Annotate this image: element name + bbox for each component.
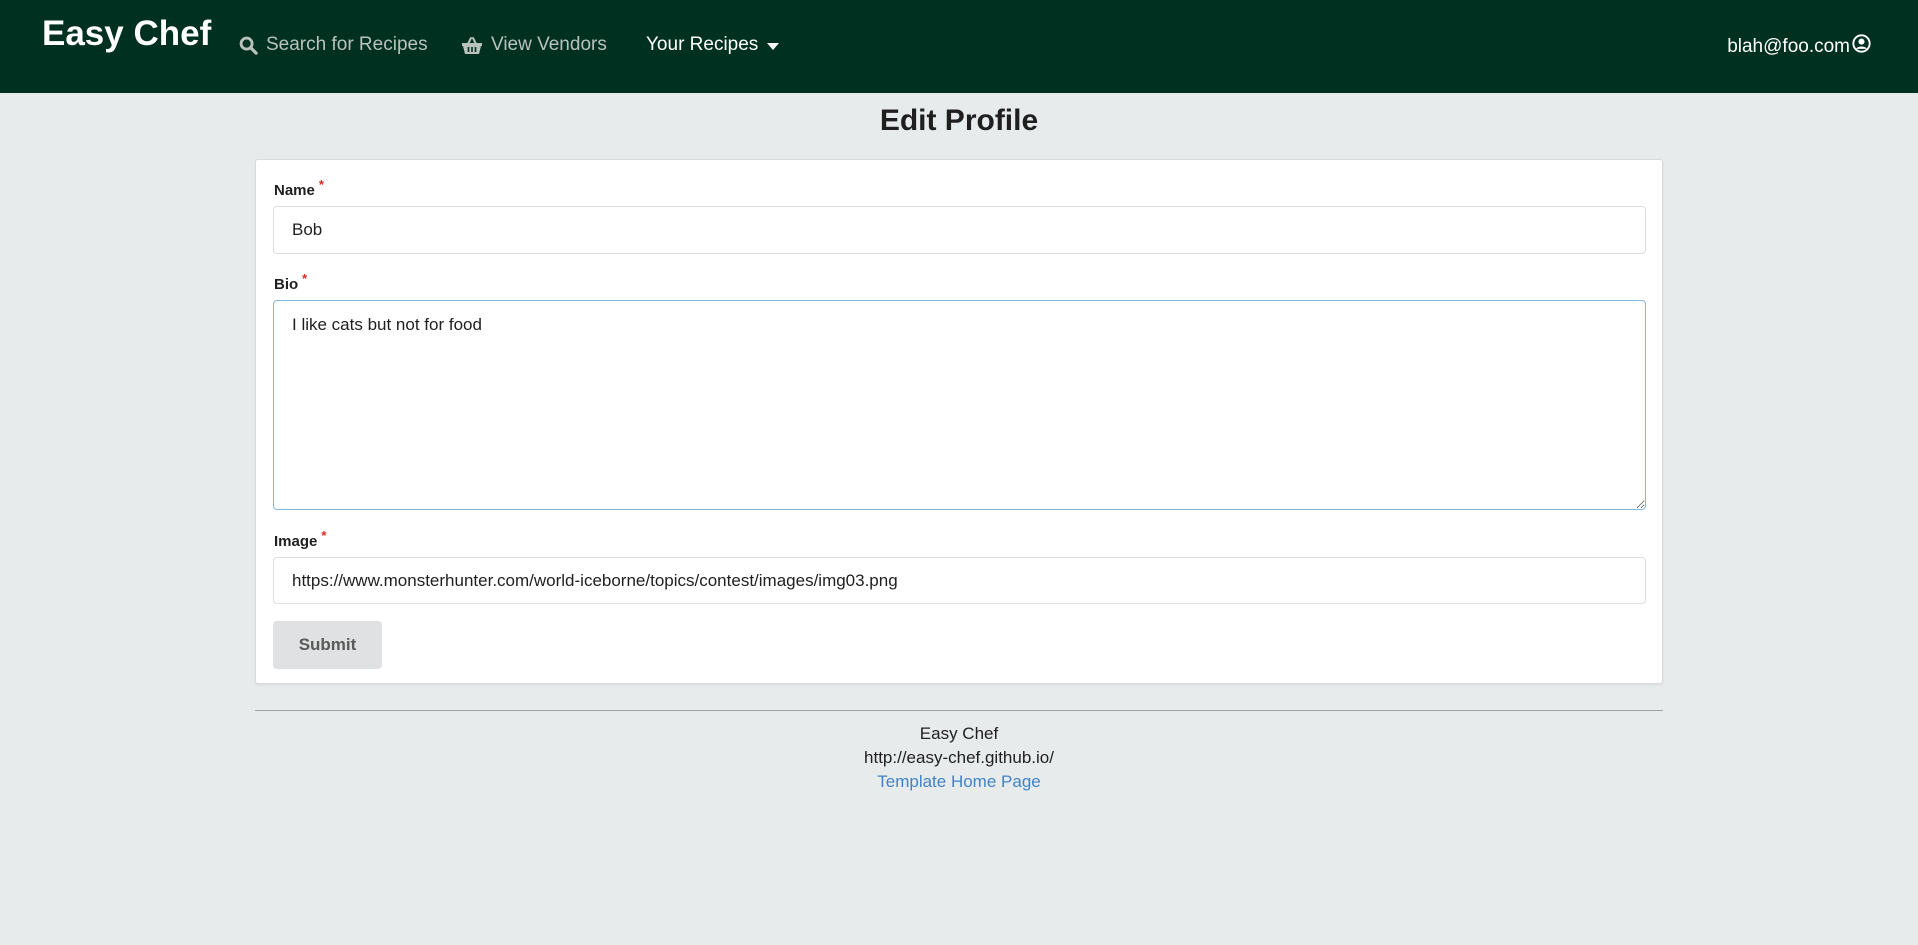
name-label: Name *	[274, 177, 324, 199]
image-label: Image *	[274, 528, 326, 550]
nav-search-recipes[interactable]: Search for Recipes	[239, 34, 428, 56]
footer-divider	[255, 710, 1663, 711]
name-input[interactable]	[273, 206, 1646, 254]
name-required-marker: *	[318, 177, 324, 192]
search-icon	[239, 36, 258, 55]
user-menu[interactable]: blah@foo.com	[1727, 34, 1871, 59]
bio-label-text: Bio	[274, 276, 299, 293]
nav-recipes-label: Your Recipes	[646, 34, 759, 55]
caret-down-icon	[767, 42, 780, 50]
user-email: blah@foo.com	[1727, 35, 1850, 57]
footer-title: Easy Chef	[919, 724, 999, 743]
top-navbar: Easy Chef Search for Recipes View Vendor…	[0, 0, 1918, 93]
template-home-page-link[interactable]: Template Home Page	[877, 772, 1040, 791]
image-required-marker: *	[321, 528, 327, 543]
name-label-text: Name	[274, 182, 315, 199]
submit-button[interactable]: Submit	[273, 621, 382, 669]
nav-vendors-label: View Vendors	[491, 34, 607, 55]
nav-search-label: Search for Recipes	[266, 34, 428, 55]
footer-url: http://easy-chef.github.io/	[864, 748, 1054, 767]
nav-view-vendors[interactable]: View Vendors	[461, 34, 607, 56]
image-url-input[interactable]	[273, 557, 1646, 604]
bio-required-marker: *	[302, 271, 308, 286]
user-circle-icon	[1852, 34, 1871, 59]
page-title: Edit Profile	[879, 104, 1039, 137]
bio-label: Bio *	[274, 271, 307, 293]
bio-textarea[interactable]: I like cats but not for food	[273, 300, 1646, 510]
nav-your-recipes-dropdown[interactable]: Your Recipes	[646, 34, 780, 56]
edit-profile-form: Name* Bio* I like cats but not for food …	[255, 159, 1663, 684]
basket-icon	[461, 36, 483, 55]
brand-logo-link[interactable]: Easy Chef	[42, 14, 211, 54]
footer: Easy Chef http://easy-chef.github.io/ Te…	[0, 722, 1918, 794]
image-label-text: Image	[274, 533, 318, 550]
